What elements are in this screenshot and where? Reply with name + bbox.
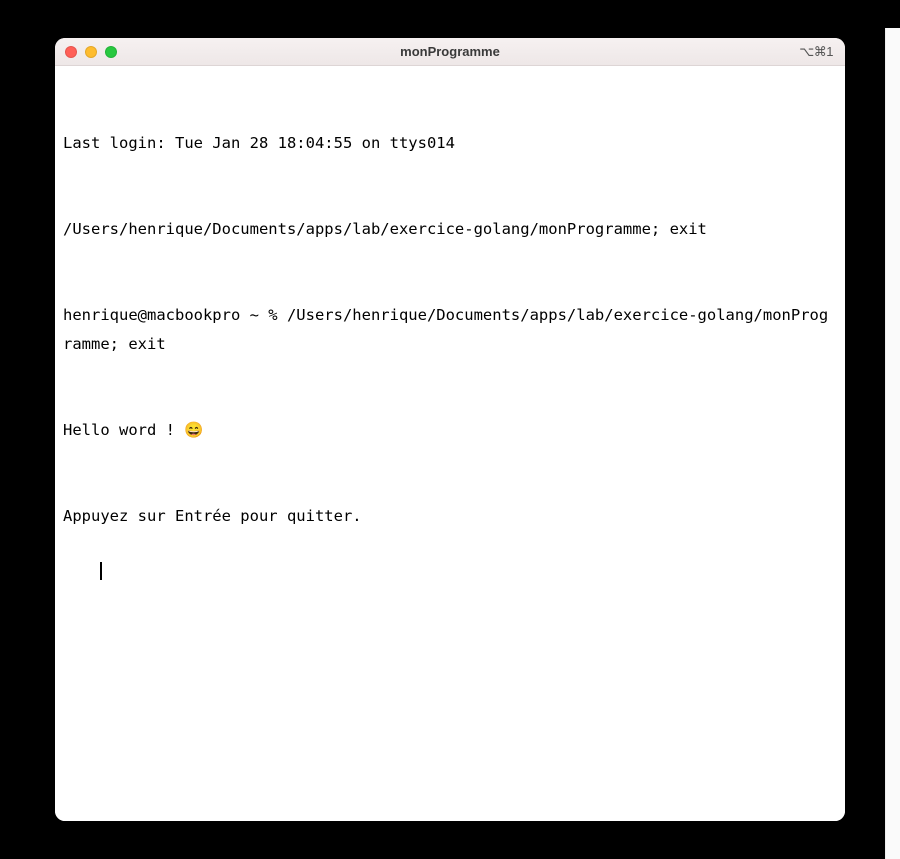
shortcut-indicator: ⌥⌘1 xyxy=(799,44,845,60)
terminal-line: Hello word ! 😄 xyxy=(63,416,837,445)
terminal-content[interactable]: Last login: Tue Jan 28 18:04:55 on ttys0… xyxy=(55,66,845,821)
window-titlebar[interactable]: monProgramme ⌥⌘1 xyxy=(55,38,845,66)
window-title: monProgramme xyxy=(55,44,845,59)
minimize-button[interactable] xyxy=(85,46,97,58)
terminal-cursor xyxy=(100,562,102,580)
terminal-window: monProgramme ⌥⌘1 Last login: Tue Jan 28 … xyxy=(55,38,845,821)
terminal-line: henrique@macbookpro ~ % /Users/henrique/… xyxy=(63,301,837,358)
maximize-button[interactable] xyxy=(105,46,117,58)
terminal-line: /Users/henrique/Documents/apps/lab/exerc… xyxy=(63,215,837,244)
close-button[interactable] xyxy=(65,46,77,58)
terminal-line: Last login: Tue Jan 28 18:04:55 on ttys0… xyxy=(63,129,837,158)
terminal-line: Appuyez sur Entrée pour quitter. xyxy=(63,502,837,531)
window-controls xyxy=(55,46,117,58)
